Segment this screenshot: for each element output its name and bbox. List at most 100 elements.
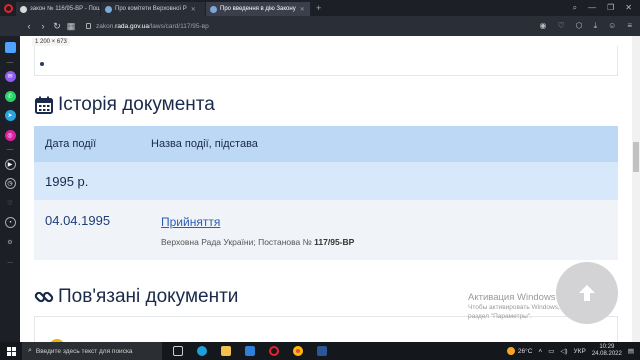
- new-tab-icon[interactable]: +: [316, 3, 321, 13]
- event-name-link[interactable]: Прийняття: [161, 215, 220, 229]
- minimize-icon[interactable]: —: [588, 3, 596, 13]
- volume-icon[interactable]: ◁): [560, 347, 567, 355]
- vertical-scrollbar[interactable]: [632, 36, 640, 342]
- url-domain: rada.gov.ua: [115, 22, 150, 30]
- close-tab-icon[interactable]: ✕: [300, 6, 305, 13]
- extensions-icon[interactable]: ⬡: [576, 21, 583, 31]
- scroll-to-top-button[interactable]: [556, 262, 618, 324]
- file-explorer-icon[interactable]: [216, 342, 236, 360]
- browser-tab-bar: закон № 116/95-ВР - Пош Про комітети Вер…: [0, 0, 640, 16]
- system-tray: 26°C ˄ ▭ ◁) УКР 10:29 24.08.2022 ▤: [506, 344, 640, 358]
- event-source: Верховна Рада України; Постанова № 117/9…: [161, 237, 354, 247]
- chrome-icon[interactable]: [288, 342, 308, 360]
- language-indicator[interactable]: УКР: [574, 348, 586, 355]
- bullet: [40, 62, 44, 66]
- network-icon[interactable]: ▭: [548, 347, 554, 355]
- event-date: 04.04.1995: [45, 213, 111, 228]
- clock-icon[interactable]: ◔: [4, 217, 16, 228]
- settings-icon[interactable]: ⚙: [5, 237, 16, 248]
- bookmark-heart-icon[interactable]: ♡: [557, 21, 564, 31]
- tab-committees[interactable]: Про комітети Верховної Р ✕: [101, 2, 206, 16]
- arrow-up-icon: [579, 285, 595, 301]
- sun-icon: [506, 347, 515, 355]
- search-tabs-icon[interactable]: ⌕: [573, 3, 577, 13]
- tab-label: Про введення в дію Закону: [220, 6, 296, 12]
- whatsapp-icon[interactable]: ✆: [4, 90, 16, 102]
- source-number: 117/95-ВР: [314, 237, 355, 247]
- table-row: 04.04.1995 Прийняття Верховна Рада Украї…: [34, 200, 618, 260]
- linked-docs-section-title: Пов'язані документи: [34, 286, 238, 308]
- url-prefix: zakon.: [96, 22, 116, 30]
- history-title-text: Історія документа: [58, 94, 215, 115]
- opera-sidebar: ✉ ✆ ➤ ◎ ▶ ◷ ♡ ◔ ⚙ …: [0, 36, 20, 342]
- easy-setup-icon[interactable]: ≡: [627, 21, 632, 31]
- page-viewport: 1 200 × 673 Історія документа Дата події…: [20, 36, 632, 342]
- address-bar: ‹ › ↻ ▦ zakon. rada.gov.ua/laws/card/117/…: [0, 16, 640, 36]
- weather-temp: 26°C: [517, 347, 533, 355]
- url-field[interactable]: zakon. rada.gov.ua/laws/card/117/95-вр: [86, 23, 209, 30]
- url-path: /laws/card/117/95-вр: [149, 22, 209, 30]
- header-date: Дата події: [45, 138, 97, 150]
- profile-icon[interactable]: ☺: [608, 21, 616, 31]
- close-window-icon[interactable]: ✕: [625, 3, 632, 13]
- header-event: Назва події, підстава: [151, 138, 258, 150]
- tab-label: закон № 116/95-ВР - Пош: [30, 6, 101, 12]
- tab-zakon-116[interactable]: закон № 116/95-ВР - Пош: [16, 2, 101, 16]
- history-section-title: Історія документа: [34, 94, 215, 116]
- start-button[interactable]: [0, 342, 22, 360]
- telegram-icon[interactable]: ➤: [4, 110, 16, 121]
- clock[interactable]: 10:29 24.08.2022: [592, 344, 622, 358]
- taskbar-apps: [168, 342, 332, 360]
- clock-date: 24.08.2022: [591, 351, 622, 357]
- opera-taskbar-icon[interactable]: [264, 342, 284, 360]
- history-table: Дата події Назва події, підстава 1995 р.…: [34, 126, 618, 260]
- bookmarks-icon[interactable]: ♡: [5, 198, 16, 209]
- player-icon[interactable]: ▶: [4, 158, 16, 170]
- word-icon[interactable]: [312, 342, 332, 360]
- windows-logo-icon: [6, 346, 16, 356]
- tab-label: Про комітети Верховної Р: [115, 6, 187, 12]
- instagram-icon[interactable]: ◎: [4, 129, 16, 141]
- search-icon: ⌕: [28, 347, 32, 354]
- back-icon[interactable]: ‹: [22, 21, 36, 31]
- viewport-size-badge: 1 200 × 673: [32, 38, 70, 46]
- tray-chevron-icon[interactable]: ˄: [538, 348, 542, 355]
- notifications-icon[interactable]: ▤: [628, 347, 634, 355]
- year-label: 1995 р.: [45, 173, 89, 189]
- more-icon[interactable]: …: [5, 256, 16, 267]
- divider: [6, 149, 14, 150]
- tab-favicon-icon: [105, 5, 112, 13]
- forward-icon[interactable]: ›: [36, 21, 50, 31]
- calendar-icon: [34, 95, 54, 115]
- weather-widget[interactable]: 26°C: [506, 347, 533, 355]
- previous-card: [34, 46, 618, 76]
- year-row: 1995 р.: [34, 162, 618, 200]
- tab-active[interactable]: Про введення в дію Закону ✕: [206, 2, 311, 16]
- speed-dial-icon[interactable]: ▦: [64, 21, 78, 32]
- tab-favicon-icon: [20, 5, 27, 13]
- lock-icon: [86, 23, 91, 29]
- table-header: Дата події Назва події, підстава: [34, 126, 618, 162]
- windows-taskbar: ⌕ Введите здесь текст для поиска 26°C ˄ …: [0, 342, 640, 360]
- opera-logo-icon[interactable]: [0, 0, 16, 16]
- history-icon[interactable]: ◷: [4, 178, 16, 189]
- taskbar-search-input[interactable]: ⌕ Введите здесь текст для поиска: [22, 342, 162, 360]
- scrollbar-thumb[interactable]: [633, 142, 639, 172]
- camera-icon[interactable]: ◉: [539, 21, 546, 31]
- maximize-icon[interactable]: ❐: [607, 3, 614, 13]
- tab-favicon-icon: [210, 5, 217, 13]
- linked-title-text: Пов'язані документи: [58, 286, 239, 307]
- clock-time: 10:29: [599, 344, 615, 350]
- download-icon[interactable]: ⤓: [594, 21, 598, 31]
- close-tab-icon[interactable]: ✕: [191, 6, 196, 13]
- mail-icon[interactable]: [240, 342, 260, 360]
- divider: [6, 61, 14, 63]
- edge-icon[interactable]: [192, 342, 212, 360]
- source-prefix: Верховна Рада України; Постанова №: [161, 237, 312, 247]
- reload-icon[interactable]: ↻: [50, 21, 64, 32]
- messenger-icon[interactable]: ✉: [4, 71, 16, 82]
- link-icon: [34, 287, 54, 307]
- workspace-icon[interactable]: [4, 42, 16, 53]
- search-placeholder: Введите здесь текст для поиска: [35, 347, 133, 355]
- task-view-icon[interactable]: [168, 342, 188, 360]
